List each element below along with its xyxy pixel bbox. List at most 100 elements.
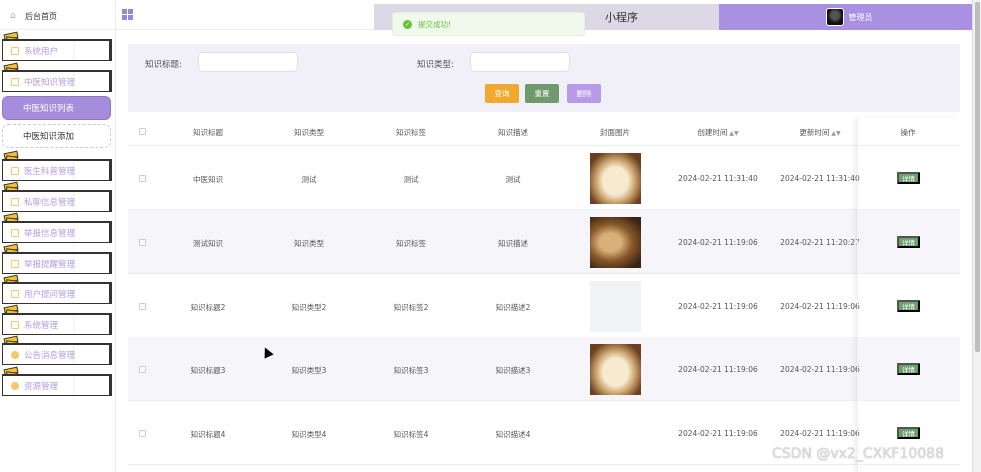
cell-desc: 知识描述4 — [495, 430, 531, 439]
menu-toggle-icon[interactable] — [122, 9, 133, 20]
row-checkbox[interactable] — [139, 303, 146, 310]
menu-label: 公告消息管理 — [24, 350, 76, 361]
cell-title: 中医知识 — [193, 175, 223, 184]
row-checkbox[interactable] — [139, 175, 146, 182]
reset-button[interactable]: 重置 — [525, 84, 559, 103]
table-row: 知识标题3 知识类型3 知识标签3 知识描述3 2024-02-21 11:19:06 2… — [128, 337, 960, 401]
table-row: 中医知识 测试 测试 测试 2024-02-21 11:31:40 2024-02-21 … — [128, 146, 960, 210]
delete-button[interactable]: 删除 — [567, 84, 601, 103]
check-circle-icon: ✓ — [403, 19, 412, 29]
select-all-checkbox[interactable] — [139, 128, 146, 135]
cell-type: 知识类型3 — [291, 366, 327, 375]
table-header: 知识标题 知识类型 知识标签 知识描述 封面图片 创建时间 ▲▼ 更新时间 ▲▼ 操… — [128, 118, 960, 146]
scrollbar-thumb[interactable] — [975, 2, 980, 352]
cell-updated: 2024-02-21 11:19:06 — [780, 365, 860, 374]
cell-created: 2024-02-21 11:19:06 — [678, 238, 758, 247]
book-icon — [11, 77, 19, 86]
th-updated-label: 更新时间 — [799, 128, 830, 137]
sort-icon: ▲▼ — [729, 130, 739, 137]
sidebar-menu-system-user[interactable]: 系统用户 — [2, 39, 112, 61]
cell-tag: 知识标签3 — [393, 366, 429, 375]
sidebar-menu-doctor-science[interactable]: 医生科普管理 — [2, 159, 112, 181]
user-menu[interactable]: 管理员 — [719, 4, 979, 30]
sub-label: 中医知识添加 — [23, 132, 75, 142]
th-cover: 封面图片 — [600, 128, 630, 137]
label-type: 知识类型: — [417, 60, 454, 70]
bell-icon — [11, 259, 19, 268]
report-icon — [11, 228, 19, 237]
th-tag: 知识标签 — [396, 128, 426, 137]
sidebar-menu-private-chat[interactable]: 私聊信息管理 — [2, 190, 112, 212]
table-row: 知识标题2 知识类型2 知识标签2 知识描述2 2024-02-21 11:19:06 2… — [128, 274, 960, 338]
th-desc: 知识描述 — [498, 128, 528, 137]
sidebar-menu-system[interactable]: 系统管理 — [2, 313, 112, 335]
sidebar-menu-report-info[interactable]: 举报信息管理 — [2, 221, 112, 243]
cell-tag: 知识标签2 — [393, 303, 429, 312]
toast-message: 提交成功! — [418, 19, 452, 29]
row-checkbox[interactable] — [139, 239, 146, 246]
title-search-input[interactable] — [198, 52, 298, 72]
user-icon — [11, 46, 19, 55]
cell-created: 2024-02-21 11:31:40 — [678, 174, 758, 183]
row-checkbox[interactable] — [139, 430, 146, 437]
th-created[interactable]: 创建时间 ▲▼ — [668, 127, 768, 138]
row-checkbox[interactable] — [139, 366, 146, 373]
cell-tag: 知识标签4 — [393, 430, 429, 439]
menu-label: 医生科普管理 — [24, 166, 76, 177]
menu-label: 私聊信息管理 — [24, 197, 76, 208]
cell-type: 知识类型 — [294, 239, 324, 248]
cell-created: 2024-02-21 11:19:06 — [678, 302, 758, 311]
cover-image[interactable] — [590, 344, 641, 395]
cell-updated: 2024-02-21 11:19:06 — [780, 429, 860, 438]
success-toast: ✓ 提交成功! — [392, 12, 585, 36]
cell-desc: 知识描述2 — [495, 303, 531, 312]
fixed-ops-column — [857, 118, 960, 472]
cell-desc: 知识描述 — [498, 239, 528, 248]
sidebar-menu-tcm-knowledge[interactable]: 中医知识管理 — [2, 70, 112, 92]
doc-icon — [11, 166, 19, 175]
cell-title: 测试知识 — [193, 239, 223, 248]
search-panel: 知识标题: 知识类型: 查询 重置 删除 — [128, 44, 960, 112]
menu-label: 系统用户 — [24, 46, 59, 57]
cell-type: 知识类型4 — [291, 430, 327, 439]
menu-label: 系统管理 — [24, 320, 59, 331]
sidebar-menu-report-remind[interactable]: 举报提醒管理 — [2, 252, 112, 274]
cell-desc: 测试 — [505, 175, 521, 184]
cell-type: 测试 — [301, 175, 317, 184]
menu-label: 资源管理 — [24, 381, 59, 392]
menu-label: 中医知识管理 — [24, 77, 76, 88]
cover-image[interactable] — [590, 217, 641, 268]
label-title: 知识标题: — [145, 60, 182, 70]
cell-type: 知识类型2 — [291, 303, 327, 312]
page-scrollbar[interactable] — [972, 0, 981, 472]
cell-created: 2024-02-21 11:19:06 — [678, 365, 758, 374]
th-created-label: 创建时间 — [697, 128, 728, 137]
sidebar: ⌂ 后台首页 系统用户 中医知识管理 中医知识列表 中医知识添加 医生科普管理 … — [0, 0, 116, 472]
cell-tag: 知识标签 — [396, 239, 426, 248]
menu-label: 举报提醒管理 — [24, 259, 76, 270]
sub-label: 中医知识列表 — [23, 104, 75, 114]
cell-title: 知识标题2 — [190, 303, 226, 312]
query-button[interactable]: 查询 — [485, 84, 519, 103]
menu-label: 用户提问管理 — [24, 289, 76, 300]
cell-updated: 2024-02-21 11:20:27 — [780, 238, 860, 247]
sidebar-sub-knowledge-list[interactable]: 中医知识列表 — [2, 96, 111, 120]
sidebar-home-label: 后台首页 — [25, 12, 57, 21]
th-updated[interactable]: 更新时间 ▲▼ — [770, 127, 870, 138]
sidebar-sub-knowledge-add[interactable]: 中医知识添加 — [2, 124, 111, 148]
table-row: 测试知识 知识类型 知识标签 知识描述 2024-02-21 11:19:06 2024-… — [128, 210, 960, 274]
th-title: 知识标题 — [193, 128, 223, 137]
sidebar-menu-user-question[interactable]: 用户提问管理 — [2, 282, 112, 304]
question-icon — [11, 289, 19, 298]
type-search-input[interactable] — [470, 52, 570, 72]
cover-image[interactable] — [590, 281, 641, 332]
chat-icon — [11, 197, 19, 206]
sidebar-menu-resource[interactable]: 资源管理 — [2, 374, 112, 396]
sidebar-menu-notice[interactable]: 公告消息管理 — [2, 343, 112, 365]
cell-updated: 2024-02-21 11:19:06 — [780, 302, 860, 311]
resource-icon — [11, 381, 19, 390]
cell-title: 知识标题4 — [190, 430, 226, 439]
user-name: 管理员 — [848, 12, 873, 22]
cover-image[interactable] — [590, 153, 641, 204]
sidebar-home[interactable]: ⌂ 后台首页 — [0, 4, 116, 30]
